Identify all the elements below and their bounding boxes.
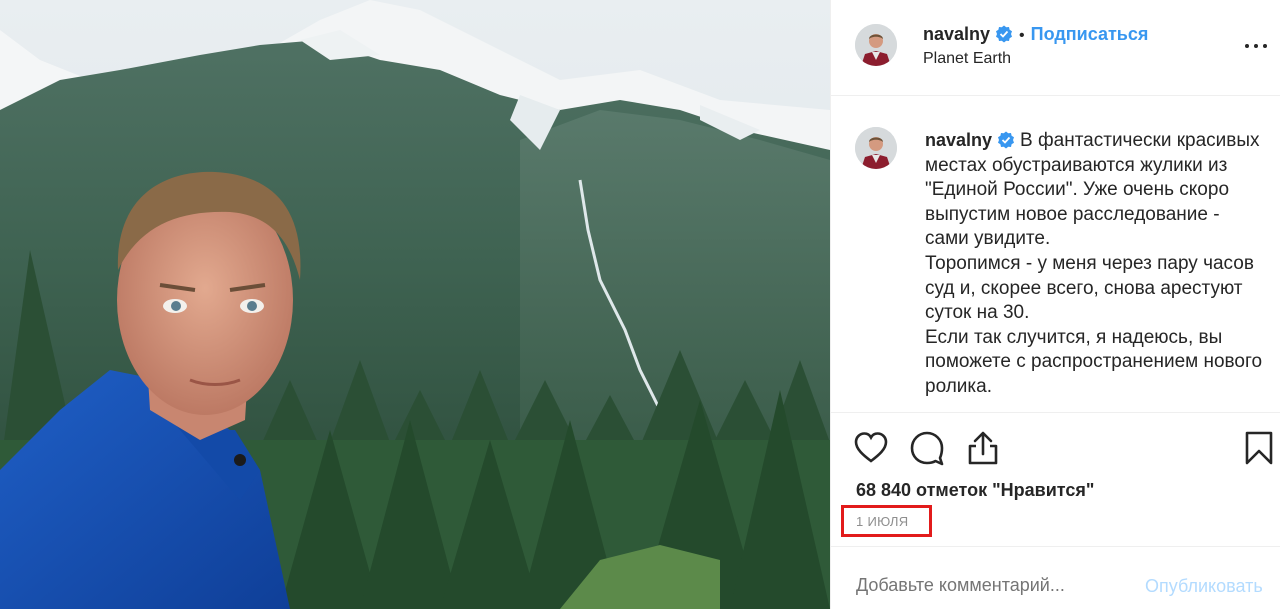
comment-bubble-icon[interactable] (909, 430, 945, 466)
avatar-image (855, 127, 897, 169)
bookmark-icon[interactable] (1241, 430, 1277, 466)
comment-bar: Опубликовать (831, 546, 1280, 609)
caption-username[interactable]: navalny (925, 130, 992, 150)
verified-badge-icon (998, 131, 1015, 149)
likes-count[interactable]: 68 840 отметок "Нравится" (856, 480, 1094, 501)
avatar[interactable] (855, 24, 897, 66)
caption-text-2: Торопимся - у меня через пару часов суд … (925, 252, 1254, 324)
location-link[interactable]: Planet Earth (923, 50, 1011, 68)
post-actions (831, 428, 1280, 472)
share-icon[interactable] (965, 430, 1001, 466)
username[interactable]: navalny (923, 24, 990, 44)
comment-input[interactable] (856, 575, 1126, 596)
heart-icon[interactable] (853, 430, 889, 466)
caption-avatar[interactable] (855, 127, 897, 169)
avatar-image (855, 24, 897, 66)
post-header: navalny • Подписаться Planet Earth (831, 0, 1280, 96)
caption-text-3: Если так случится, я надеюсь, вы поможет… (925, 326, 1263, 397)
verified-badge-icon (996, 25, 1013, 43)
publish-button[interactable]: Опубликовать (1145, 576, 1263, 597)
follow-button[interactable]: Подписаться (1031, 24, 1149, 44)
caption-area: navalny В фантастически красивых местах о… (831, 97, 1280, 413)
header-user-line: navalny • Подписаться (923, 24, 1148, 45)
mountain-selfie-image (0, 0, 830, 609)
post-side-panel: navalny • Подписаться Planet Earth navalny… (830, 0, 1280, 609)
post-date[interactable]: 1 ИЮЛЯ (856, 514, 908, 529)
post-photo[interactable] (0, 0, 830, 609)
more-options-icon[interactable] (1245, 38, 1267, 56)
post-caption: navalny В фантастически красивых местах о… (925, 128, 1267, 400)
separator-dot: • (1019, 27, 1025, 44)
